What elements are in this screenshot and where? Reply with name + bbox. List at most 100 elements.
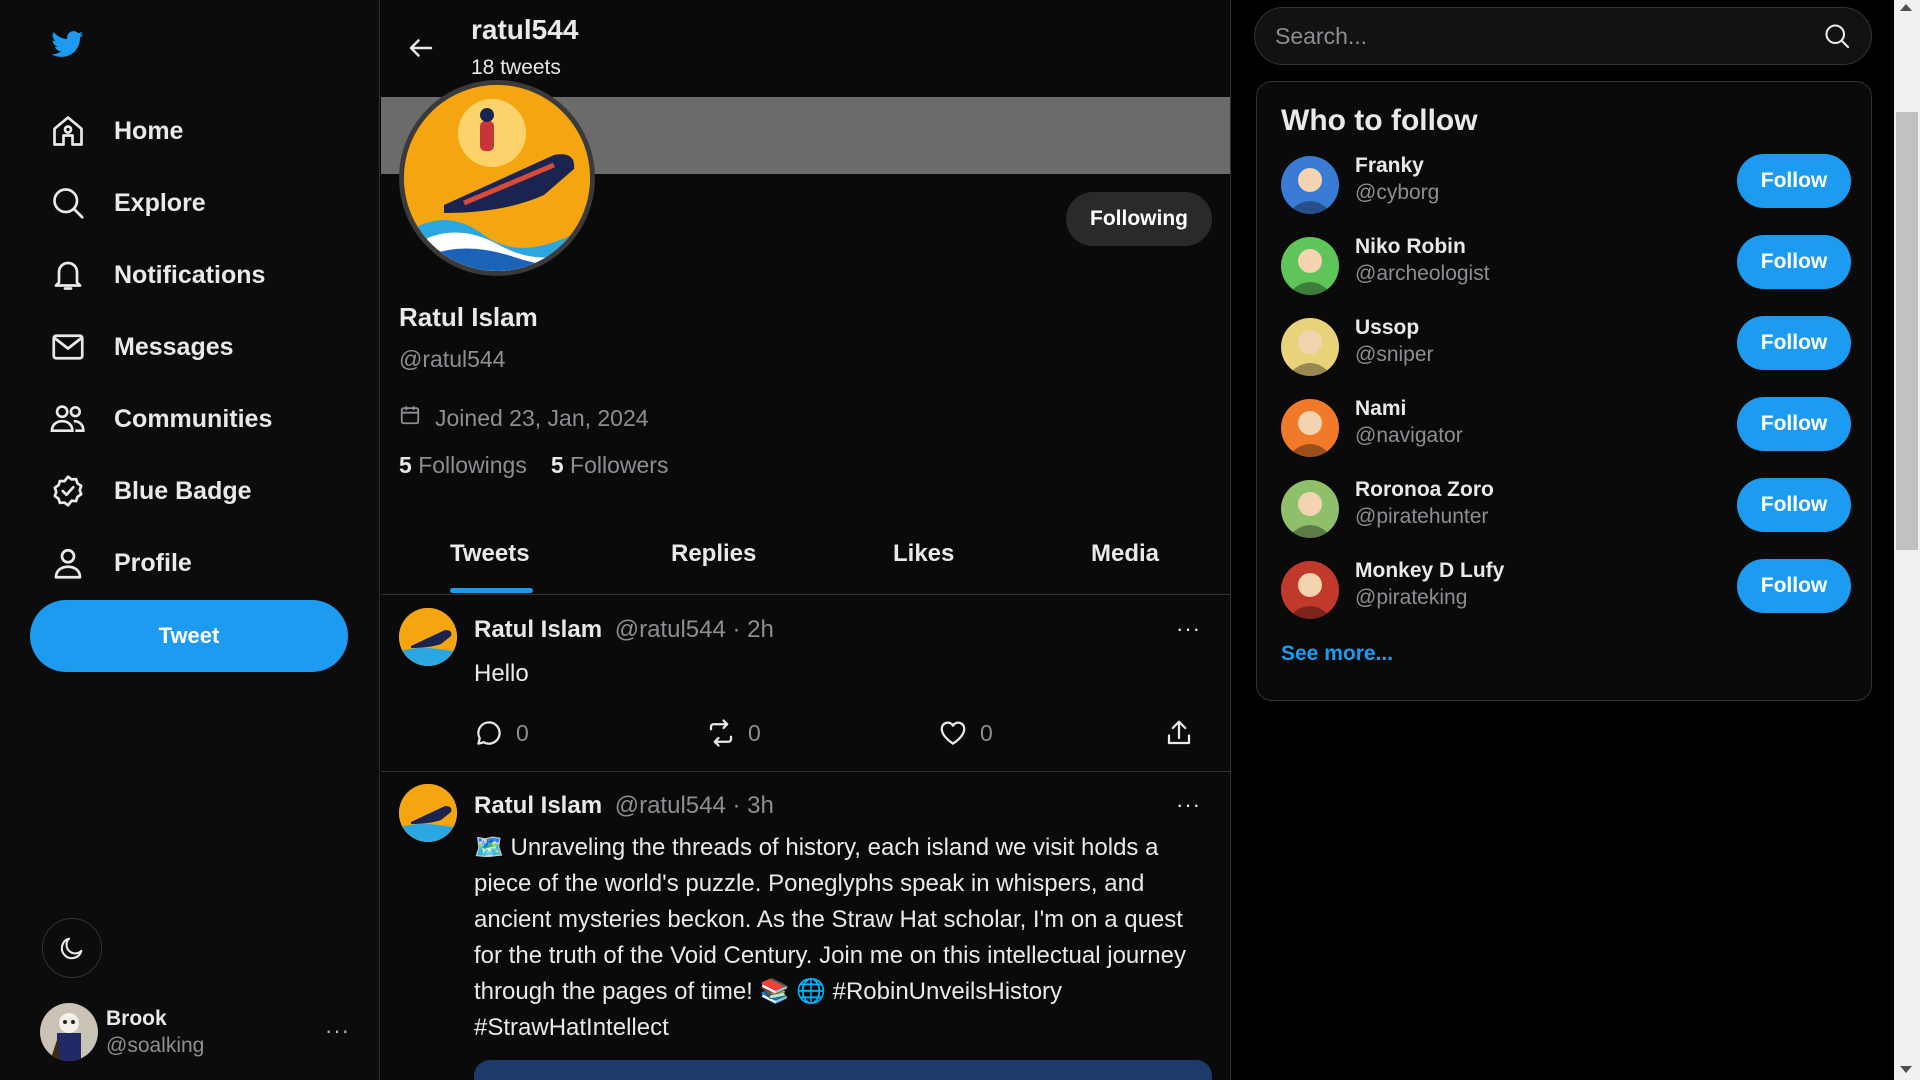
tweet-item[interactable]: Ratul Islam @ratul544 · 2h ··· Hello 0 0… [381,596,1230,772]
followings-link[interactable]: 5 Followings [399,452,527,479]
suggested-user-name: Niko Robin [1355,235,1466,258]
panel-title: Who to follow [1281,104,1478,137]
nav-label: Profile [114,548,192,577]
page-title: ratul544 [471,14,579,45]
suggested-user-item[interactable]: Nami @navigator Follow [1281,397,1851,457]
account-switcher[interactable]: Brook @soalking ··· [40,1002,350,1062]
nav-item-home[interactable]: Home [48,95,272,167]
tweet-count: 18 tweets [471,56,561,79]
badge-check-icon [48,471,88,511]
nav-label: Home [114,116,184,145]
followings-count: 5 [399,452,412,478]
followers-link[interactable]: 5 Followers [551,452,669,479]
join-date: Joined 23, Jan, 2024 [399,404,649,432]
tweet-author-name[interactable]: Ratul Islam [474,792,602,819]
nav-item-explore[interactable]: Explore [48,167,272,239]
suggested-user-handle: @piratehunter [1355,505,1489,528]
tweet-avatar[interactable] [399,608,457,666]
nav-label: Communities [114,404,273,433]
retweet-button[interactable]: 0 [706,718,761,748]
nav-item-messages[interactable]: Messages [48,311,272,383]
like-button[interactable]: 0 [938,718,993,748]
avatar[interactable] [1281,561,1339,619]
profile-handle: @ratul544 [399,346,506,372]
tweet-author-name[interactable]: Ratul Islam [474,616,602,643]
followers-label: Followers [570,452,669,478]
nav-item-blue-badge[interactable]: Blue Badge [48,455,272,527]
avatar[interactable] [1281,237,1339,295]
avatar[interactable] [1281,480,1339,538]
search-bar [1254,7,1872,65]
nav-label: Notifications [114,260,266,289]
search-icon[interactable] [1817,16,1857,56]
follow-button[interactable]: Follow [1737,316,1851,370]
avatar[interactable] [1281,156,1339,214]
more-options-icon[interactable]: ··· [1176,792,1201,818]
tweet-text: Hello [474,660,529,687]
nav-label: Messages [114,332,234,361]
follow-button[interactable]: Follow [1737,478,1851,532]
retweet-icon [709,719,733,747]
follow-button[interactable]: Follow [1737,397,1851,451]
heart-icon [940,721,966,745]
reply-button[interactable]: 0 [474,718,529,748]
tweet-avatar[interactable] [399,784,457,842]
tweet-item[interactable]: Ratul Islam @ratul544 · 3h ··· 🗺️ Unrave… [381,772,1230,1080]
avatar[interactable] [1281,399,1339,457]
nav-item-communities[interactable]: Communities [48,383,272,455]
avatar [40,1003,98,1061]
suggested-user-item[interactable]: Roronoa Zoro @piratehunter Follow [1281,478,1851,538]
tweet-time: · 3h [732,792,774,819]
avatar[interactable] [1281,318,1339,376]
suggested-user-name: Monkey D Lufy [1355,559,1505,582]
account-handle: @soalking [106,1033,205,1057]
users-icon [48,399,88,439]
profile-avatar[interactable] [399,80,595,276]
follow-button[interactable]: Follow [1737,235,1851,289]
tab-replies[interactable]: Replies [671,540,756,568]
scroll-up-arrow-icon[interactable] [1900,4,1912,11]
scrollbar-thumb[interactable] [1896,112,1918,550]
who-to-follow-panel: Who to follow Franky @cyborg Follow Niko Ro… [1256,81,1872,701]
profile-stats: 5 Followings 5 Followers [399,452,668,479]
tab-media[interactable]: Media [1091,540,1159,568]
nav-item-notifications[interactable]: Notifications [48,239,272,311]
suggested-user-item[interactable]: Franky @cyborg Follow [1281,154,1851,214]
see-more-link[interactable]: See more... [1281,642,1393,666]
tab-tweets[interactable]: Tweets [450,540,530,568]
nav-item-profile[interactable]: Profile [48,527,272,599]
twitter-logo-icon[interactable] [50,28,86,60]
comment-icon [477,721,501,745]
tab-likes[interactable]: Likes [893,540,954,568]
tweet-button[interactable]: Tweet [30,600,348,672]
suggested-user-name: Franky [1355,154,1424,177]
tweet-header: Ratul Islam @ratul544 · 3h [474,792,774,820]
suggested-user-item[interactable]: Monkey D Lufy @pirateking Follow [1281,559,1851,619]
more-options-icon[interactable]: ··· [1176,616,1201,642]
share-button[interactable] [1164,718,1194,748]
home-icon [48,111,88,151]
share-icon [1167,720,1191,745]
followings-label: Followings [418,452,527,478]
scroll-down-arrow-icon[interactable] [1900,1066,1912,1073]
retweet-count: 0 [748,719,761,746]
nav-label: Blue Badge [114,476,252,505]
suggested-user-handle: @sniper [1355,343,1434,366]
suggested-user-handle: @archeologist [1355,262,1490,285]
back-button[interactable] [401,28,441,68]
search-input[interactable] [1275,22,1817,50]
follow-button[interactable]: Follow [1737,559,1851,613]
tweet-author-handle: @ratul544 [614,616,726,643]
tweet-text: 🗺️ Unraveling the threads of history, ea… [474,834,1186,1041]
active-tab-indicator [450,588,533,593]
tweet-media-image[interactable] [474,1060,1212,1080]
follow-button[interactable]: Follow [1737,154,1851,208]
suggested-user-item[interactable]: Niko Robin @archeologist Follow [1281,235,1851,295]
theme-toggle-button[interactable] [42,918,102,978]
followers-count: 5 [550,452,564,478]
suggested-user-handle: @cyborg [1355,181,1440,204]
following-button[interactable]: Following [1066,192,1212,246]
more-options-icon[interactable]: ··· [325,1018,350,1044]
suggested-user-item[interactable]: Ussop @sniper Follow [1281,316,1851,376]
left-sidebar: Home Explore Notifications Messages Comm… [0,0,380,1080]
